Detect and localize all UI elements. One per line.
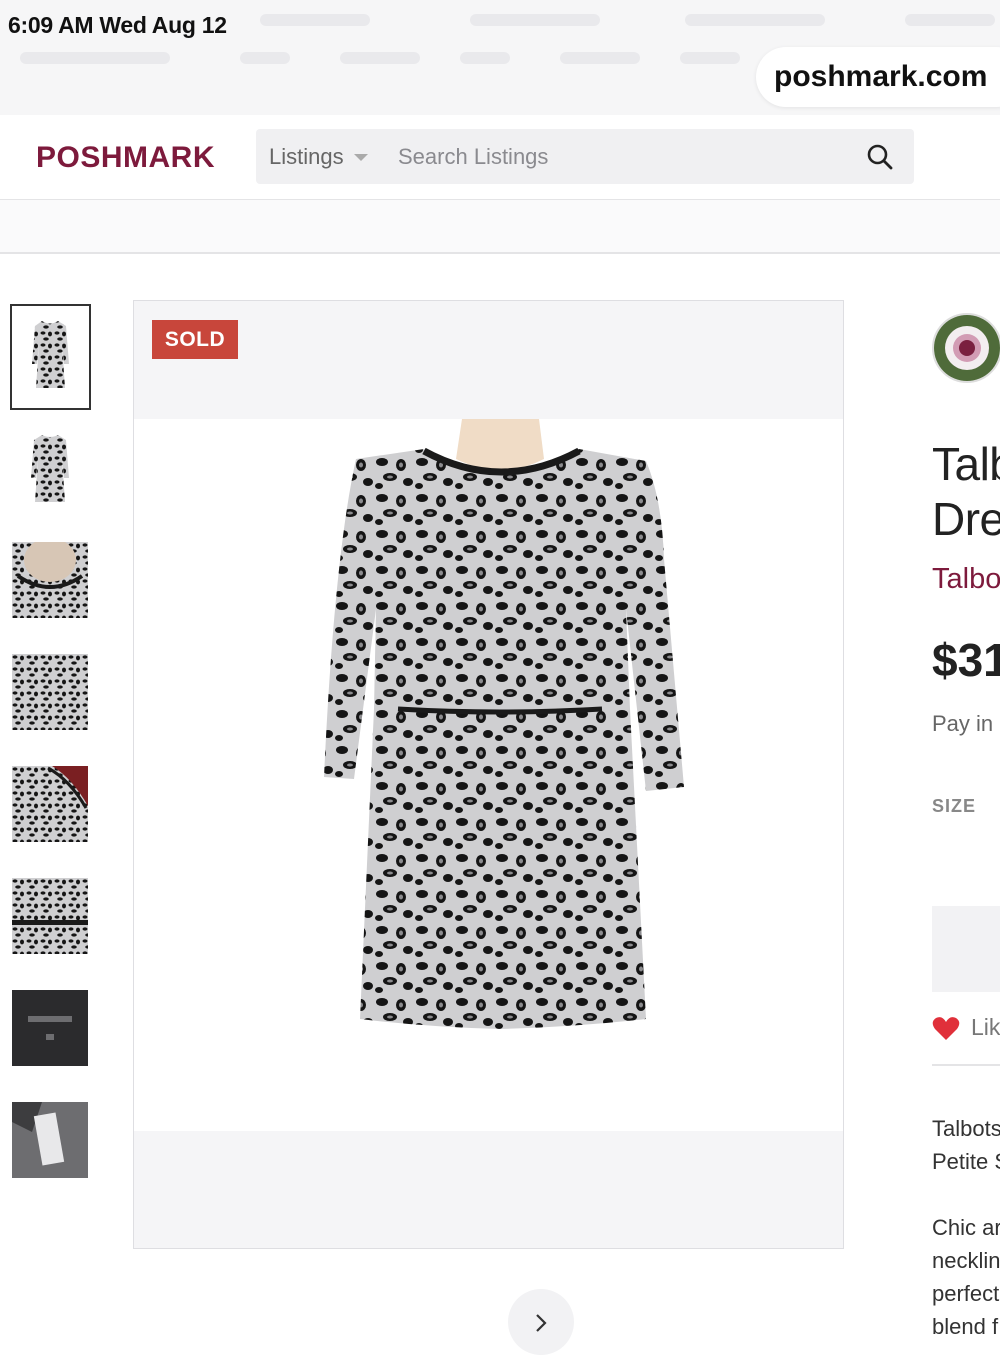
thumbnail-1[interactable] [10, 304, 91, 410]
next-image-button[interactable] [508, 1289, 574, 1355]
dress-thumbnail-image [12, 306, 89, 408]
collar-thumbnail-image [12, 542, 88, 618]
chevron-right-icon [536, 1314, 547, 1332]
thumbnail-6[interactable] [12, 878, 88, 954]
search-input[interactable] [396, 138, 840, 176]
site-header: POSHMARK Listings [0, 115, 1000, 201]
divider [932, 1064, 1000, 1066]
brand-link[interactable]: Talbo [932, 563, 1000, 596]
thumbnail-3[interactable] [12, 542, 88, 618]
search-icon [867, 144, 893, 170]
search-category-dropdown[interactable]: Listings [269, 144, 344, 170]
poshmark-logo[interactable]: POSHMARK [36, 141, 215, 175]
dress-back-thumbnail-image [12, 431, 88, 507]
pattern-thumbnail-image [12, 654, 88, 730]
thumbnail-2[interactable] [12, 431, 88, 507]
like-button[interactable] [932, 1016, 960, 1047]
care-tag-thumbnail-image [12, 1102, 88, 1178]
seller-avatar[interactable] [932, 313, 1000, 383]
thumbnail-5[interactable] [12, 766, 88, 842]
label-thumbnail-image [12, 990, 88, 1066]
shoulder-thumbnail-image [12, 766, 88, 842]
listing-title-line: Dre [932, 493, 1000, 545]
search-button[interactable] [856, 139, 904, 175]
sold-badge: SOLD [152, 320, 238, 359]
listing-title: Talb Dre [932, 437, 1000, 547]
status-time: 6:09 AM Wed Aug 12 [8, 12, 227, 38]
caret-down-icon[interactable] [354, 154, 368, 161]
flower-avatar-image [934, 315, 1000, 381]
sub-navigation-bar [0, 200, 1000, 254]
size-label: SIZE [932, 796, 977, 816]
description-line: Talbots [932, 1116, 1000, 1141]
belt-thumbnail-image [12, 878, 88, 954]
description-line: perfect [932, 1281, 1000, 1306]
pay-in-installments-text: Pay in [932, 711, 994, 736]
listing-title-line: Talb [932, 438, 1000, 490]
description-line: Chic ar [932, 1215, 1000, 1240]
description-line: blend f [932, 1314, 999, 1339]
listing-price: $31 [932, 634, 1000, 686]
thumbnail-7[interactable] [12, 990, 88, 1066]
search-bar: Listings [256, 129, 914, 184]
thumbnail-8[interactable] [12, 1102, 88, 1178]
main-product-image [134, 419, 843, 1131]
url-bar[interactable]: poshmark.com [756, 47, 1000, 107]
heart-icon [932, 1017, 960, 1040]
size-button[interactable] [932, 906, 1000, 992]
like-label[interactable]: Lik [971, 1014, 1000, 1041]
description-line: necklin [932, 1248, 1000, 1273]
leopard-dress-image [134, 419, 843, 1131]
browser-chrome: 6:09 AM Wed Aug 12 poshmark.com [0, 0, 1000, 115]
url-text: poshmark.com [774, 60, 988, 93]
description-line: Petite S [932, 1149, 1000, 1174]
thumbnail-4[interactable] [12, 654, 88, 730]
main-image-viewer[interactable]: SOLD [133, 300, 844, 1249]
